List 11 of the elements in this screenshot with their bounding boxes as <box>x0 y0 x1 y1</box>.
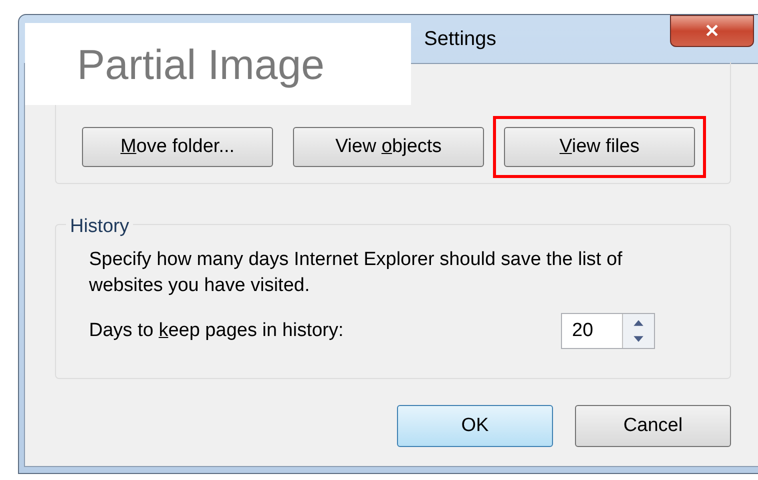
window-title: Settings <box>424 27 496 52</box>
overlay-label: Partial Image <box>25 23 411 105</box>
days-label: Days to keep pages in history: <box>89 318 344 343</box>
close-button[interactable]: ✕ <box>670 15 754 47</box>
dialog-button[interactable]: View files <box>504 127 695 167</box>
history-description: Specify how many days Internet Explorer should save the list of websites you have visited. <box>89 248 624 298</box>
dialog-button[interactable]: Move folder... <box>82 127 273 167</box>
dialog-button[interactable]: View objects <box>293 127 484 167</box>
dialog-button[interactable]: OK <box>397 405 553 447</box>
days-spinner[interactable]: 20 <box>561 313 655 349</box>
dialog-button[interactable]: Cancel <box>575 405 731 447</box>
